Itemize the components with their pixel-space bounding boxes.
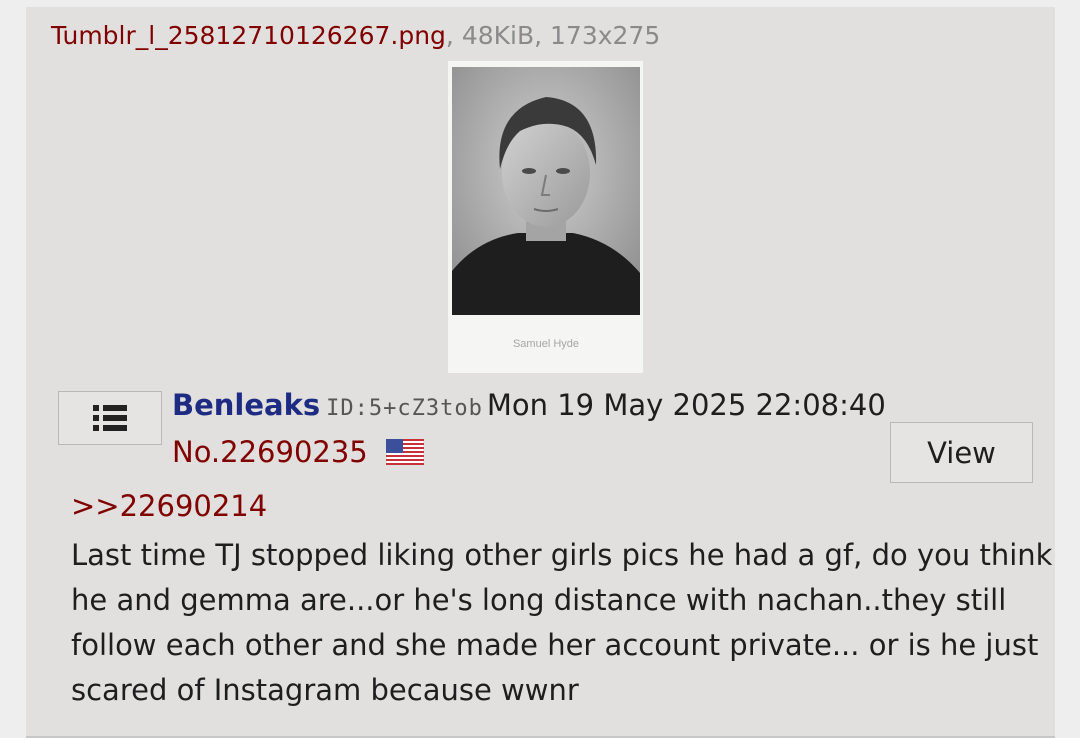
list-icon [93,405,127,431]
post-number-row: No.22690235 [172,435,424,469]
portrait-photo: Samuel Hyde [448,61,643,373]
post-datetime: Mon 19 May 2025 22:08:40 [486,388,886,422]
file-link[interactable]: Tumblr_l_25812710126267.png [51,21,446,50]
post-number[interactable]: No.22690235 [172,435,368,469]
post-container: Tumblr_l_25812710126267.png, 48KiB, 173x… [26,7,1055,738]
file-info: Tumblr_l_25812710126267.png, 48KiB, 173x… [51,21,660,50]
us-flag-icon [385,439,424,465]
file-meta: , 48KiB, 173x275 [445,21,661,50]
thumbnail-image[interactable]: Samuel Hyde [448,61,643,373]
comment-line: Last time TJ stopped liking other girls … [71,538,1053,572]
comment-line: follow each other and she made her accou… [71,628,1039,662]
poster-name: Benleaks [172,388,321,422]
post-comment: Last time TJ stopped liking other girls … [71,533,1053,713]
photo-caption: Samuel Hyde [513,338,579,350]
comment-line: scared of Instagram because wwnr [71,673,579,707]
view-button[interactable]: View [890,422,1033,483]
poster-id[interactable]: ID:5+cZ3tob [326,396,483,421]
post-header: Benleaks ID:5+cZ3tob Mon 19 May 2025 22:08… [172,388,886,422]
post-menu-button[interactable] [58,391,162,445]
comment-line: he and gemma are...or he's long distance… [71,583,1007,617]
quote-link[interactable]: >>22690214 [71,489,267,523]
